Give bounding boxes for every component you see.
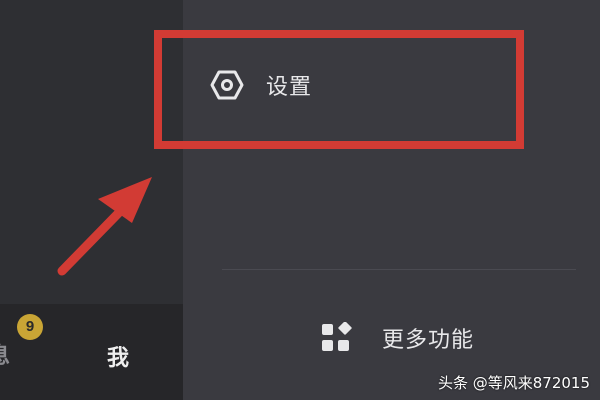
tab-messages[interactable]: 息 [0,338,10,370]
settings-label: 设置 [266,75,313,100]
hexagon-gear-icon [210,68,244,102]
watermark-text: 头条 @等风来872015 [437,374,590,392]
message-count-badge: 9 [17,314,43,340]
more-features-label: 更多功能 [382,328,475,353]
more-features-menu-item[interactable]: 更多功能 [320,316,540,360]
app-screen: 息 9 我 设置 更多功能 头条 @等风来872015 [0,0,600,400]
tab-me[interactable]: 我 [107,340,129,372]
apps-grid-icon [320,321,352,354]
settings-menu-item[interactable]: 设置 [210,60,500,110]
menu-divider [222,269,576,270]
